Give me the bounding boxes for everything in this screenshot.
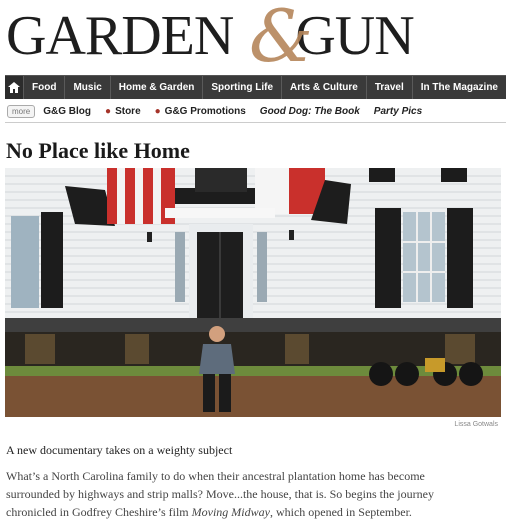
site-logo[interactable]: GARDEN GUN &	[6, 0, 446, 72]
photo-credit: Lissa Gotwals	[454, 421, 498, 428]
logo-ampersand: &	[249, 0, 314, 78]
main-nav: Food Music Home & Garden Sporting Life A…	[5, 75, 506, 99]
masthead: GARDEN GUN &	[0, 0, 506, 72]
subnav-gg-promotions[interactable]: G&G Promotions	[165, 106, 246, 117]
logo-garden: GARDEN	[6, 5, 234, 67]
sub-nav: more G&G Blog ● Store ● G&G Promotions G…	[5, 101, 506, 123]
nav-in-the-magazine[interactable]: In The Magazine	[413, 76, 506, 99]
house-on-blocks-image	[5, 168, 501, 417]
body-line: What’s a North Carolina family to do whe…	[6, 469, 425, 483]
subnav-good-dog-book[interactable]: Good Dog: The Book	[260, 106, 360, 117]
page-title: No Place like Home	[6, 138, 190, 163]
film-title: Moving Midway	[191, 505, 270, 519]
nav-arts-culture[interactable]: Arts & Culture	[282, 76, 367, 99]
nav-home[interactable]	[5, 76, 25, 99]
subnav-gg-blog[interactable]: G&G Blog	[43, 106, 91, 117]
subnav-store[interactable]: Store	[115, 106, 141, 117]
nav-sporting-life[interactable]: Sporting Life	[203, 76, 283, 99]
nav-travel[interactable]: Travel	[367, 76, 413, 99]
subnav-party-pics[interactable]: Party Pics	[374, 106, 422, 117]
home-icon	[8, 82, 20, 93]
bullet-icon: ●	[105, 106, 112, 117]
article-body: What’s a North Carolina family to do whe…	[6, 467, 502, 521]
article-dek: A new documentary takes on a weighty sub…	[6, 443, 233, 457]
body-line: chronicled in Godfrey Cheshire’s film Mo…	[6, 505, 412, 519]
nav-food[interactable]: Food	[24, 76, 66, 99]
logo-wordmark: GARDEN GUN	[6, 5, 415, 67]
more-button[interactable]: more	[7, 105, 36, 118]
bullet-icon: ●	[154, 106, 161, 117]
nav-music[interactable]: Music	[65, 76, 111, 99]
hero-photo	[5, 168, 501, 417]
body-line: surrounded by highways and strip malls? …	[6, 487, 434, 501]
nav-home-garden[interactable]: Home & Garden	[111, 76, 204, 99]
